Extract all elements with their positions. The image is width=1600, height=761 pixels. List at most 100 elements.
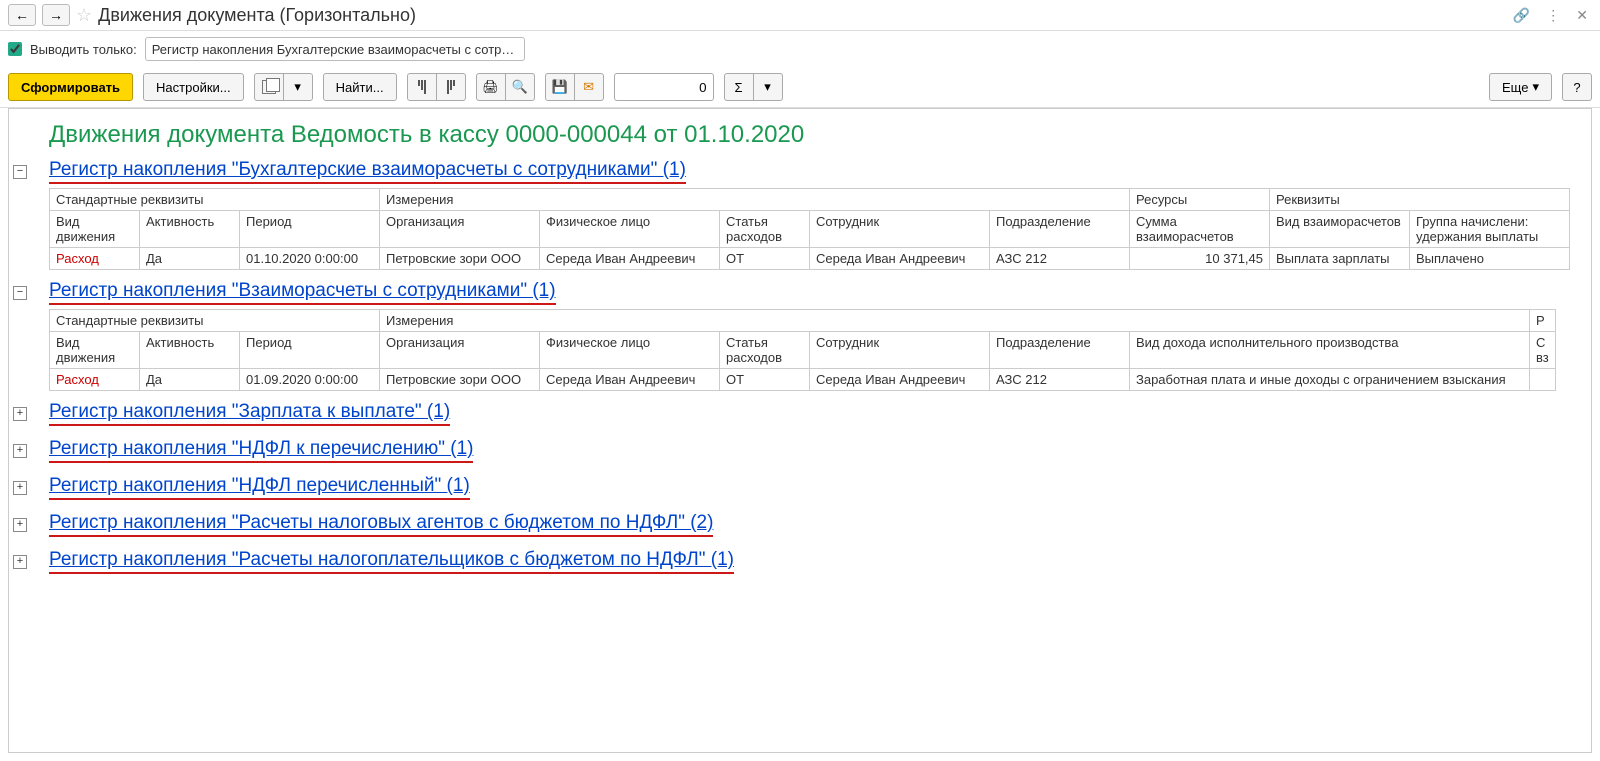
register-link[interactable]: Регистр накопления "НДФЛ к перечислению"… xyxy=(49,438,473,463)
group-header: Стандартные реквизиты xyxy=(50,189,380,211)
col-header: Сотрудник xyxy=(810,332,990,369)
email-button[interactable]: ✉ xyxy=(574,73,604,101)
col-header: Сотрудник xyxy=(810,211,990,248)
col-header: С вз xyxy=(1530,332,1556,369)
col-header: Активность xyxy=(140,211,240,248)
copy-button[interactable] xyxy=(254,73,284,101)
print-icon: 🖨 xyxy=(482,79,499,95)
cell: ОТ xyxy=(720,369,810,391)
envelope-icon: ✉ xyxy=(583,79,594,95)
tree-expand-icon[interactable]: + xyxy=(13,518,27,532)
preview-button[interactable]: 🔍 xyxy=(505,73,535,101)
group-header: Ресурсы xyxy=(1130,189,1270,211)
find-button[interactable]: Найти... xyxy=(323,73,397,101)
cell: Петровские зори ООО xyxy=(380,248,540,270)
register-section: − Регистр накопления "Взаиморасчеты с со… xyxy=(9,278,1591,391)
col-header: Физическое лицо xyxy=(540,211,720,248)
col-header: Вид взаиморасчетов xyxy=(1270,211,1410,248)
cell: Середа Иван Андреевич xyxy=(540,369,720,391)
titlebar: ← → ☆ Движения документа (Горизонтально)… xyxy=(0,0,1600,31)
output-only-checkbox[interactable] xyxy=(8,42,22,56)
register-section: + Регистр накопления "Расчеты налоговых … xyxy=(9,510,1591,539)
close-icon[interactable]: ✕ xyxy=(1572,7,1592,24)
filter-select[interactable]: Регистр накопления Бухгалтерские взаимор… xyxy=(145,37,525,61)
cell: Расход xyxy=(50,248,140,270)
cell: Середа Иван Андреевич xyxy=(810,248,990,270)
tree-expand-icon[interactable]: + xyxy=(13,481,27,495)
col-header: Период xyxy=(240,332,380,369)
col-header: Вид движения xyxy=(50,211,140,248)
tree-collapse-icon[interactable]: − xyxy=(13,165,27,179)
favorite-star-icon[interactable]: ☆ xyxy=(76,5,92,26)
link-icon[interactable]: 🔗 xyxy=(1509,7,1534,24)
cell: Да xyxy=(140,248,240,270)
register-link[interactable]: Регистр накопления "Расчеты налоговых аг… xyxy=(49,512,713,537)
number-input[interactable] xyxy=(614,73,714,101)
collapse-icon xyxy=(447,80,455,94)
help-button[interactable]: ? xyxy=(1562,73,1592,101)
collapse-all-button[interactable] xyxy=(436,73,466,101)
register-section: + Регистр накопления "Зарплата к выплате… xyxy=(9,399,1591,428)
cell: Середа Иван Андреевич xyxy=(810,369,990,391)
print-button[interactable]: 🖨 xyxy=(476,73,506,101)
register-section: + Регистр накопления "Расчеты налогоплат… xyxy=(9,547,1591,576)
column-header-row: Вид движения Активность Период Организац… xyxy=(50,332,1556,369)
cell: 01.09.2020 0:00:00 xyxy=(240,369,380,391)
cell: Выплата зарплаты xyxy=(1270,248,1410,270)
preview-icon: 🔍 xyxy=(511,79,527,95)
col-header: Физическое лицо xyxy=(540,332,720,369)
cell: Заработная плата и иные доходы с огранич… xyxy=(1130,369,1530,391)
register-link[interactable]: Регистр накопления "Взаиморасчеты с сотр… xyxy=(49,280,556,305)
register-section: − Регистр накопления "Бухгалтерские взаи… xyxy=(9,157,1591,270)
col-header: Организация xyxy=(380,332,540,369)
copy-dropdown-button[interactable]: ▾ xyxy=(283,73,313,101)
save-button[interactable]: 💾 xyxy=(545,73,575,101)
settings-button[interactable]: Настройки... xyxy=(143,73,244,101)
group-header-row: Стандартные реквизиты Измерения Р xyxy=(50,310,1556,332)
sum-button[interactable]: Σ xyxy=(724,73,754,101)
table-row[interactable]: Расход Да 01.09.2020 0:00:00 Петровские … xyxy=(50,369,1556,391)
nav-back-button[interactable]: ← xyxy=(8,4,36,26)
col-header: Статья расходов xyxy=(720,332,810,369)
expand-icon xyxy=(418,80,426,94)
tree-expand-icon[interactable]: + xyxy=(13,555,27,569)
window-title: Движения документа (Горизонтально) xyxy=(98,5,1503,26)
cell: Петровские зори ООО xyxy=(380,369,540,391)
column-header-row: Вид движения Активность Период Организац… xyxy=(50,211,1570,248)
more-button[interactable]: Еще ▾ xyxy=(1489,73,1552,101)
form-button[interactable]: Сформировать xyxy=(8,73,133,101)
register-table: Стандартные реквизиты Измерения Р Вид дв… xyxy=(49,309,1556,391)
cell: АЗС 212 xyxy=(990,248,1130,270)
group-header: Измерения xyxy=(380,189,1130,211)
register-link[interactable]: Регистр накопления "Бухгалтерские взаимо… xyxy=(49,159,686,184)
col-header: Подразделение xyxy=(990,211,1130,248)
sigma-icon: Σ xyxy=(735,80,743,95)
register-section: + Регистр накопления "НДФЛ перечисленный… xyxy=(9,473,1591,502)
register-link[interactable]: Регистр накопления "Зарплата к выплате" … xyxy=(49,401,450,426)
sum-dropdown-button[interactable]: ▾ xyxy=(753,73,783,101)
col-header: Активность xyxy=(140,332,240,369)
tree-collapse-icon[interactable]: − xyxy=(13,286,27,300)
register-link[interactable]: Регистр накопления "НДФЛ перечисленный" … xyxy=(49,475,470,500)
register-section: + Регистр накопления "НДФЛ к перечислени… xyxy=(9,436,1591,465)
report-title: Движения документа Ведомость в кассу 000… xyxy=(9,109,1591,157)
group-header: Измерения xyxy=(380,310,1530,332)
report-area[interactable]: Движения документа Ведомость в кассу 000… xyxy=(8,108,1592,753)
group-header: Реквизиты xyxy=(1270,189,1570,211)
toolbar: Сформировать Настройки... ▾ Найти... 🖨 🔍… xyxy=(0,67,1600,108)
expand-all-button[interactable] xyxy=(407,73,437,101)
col-header: Вид дохода исполнительного производства xyxy=(1130,332,1530,369)
cell: АЗС 212 xyxy=(990,369,1130,391)
kebab-menu-icon[interactable]: ⋮ xyxy=(1542,7,1564,24)
tree-expand-icon[interactable]: + xyxy=(13,444,27,458)
tree-expand-icon[interactable]: + xyxy=(13,407,27,421)
cell xyxy=(1530,369,1556,391)
filter-row: Выводить только: Регистр накопления Бухг… xyxy=(0,31,1600,67)
floppy-icon: 💾 xyxy=(551,79,567,95)
register-link[interactable]: Регистр накопления "Расчеты налогоплател… xyxy=(49,549,734,574)
nav-forward-button[interactable]: → xyxy=(42,4,70,26)
table-row[interactable]: Расход Да 01.10.2020 0:00:00 Петровские … xyxy=(50,248,1570,270)
cell: 01.10.2020 0:00:00 xyxy=(240,248,380,270)
cell: Да xyxy=(140,369,240,391)
col-header: Подразделение xyxy=(990,332,1130,369)
